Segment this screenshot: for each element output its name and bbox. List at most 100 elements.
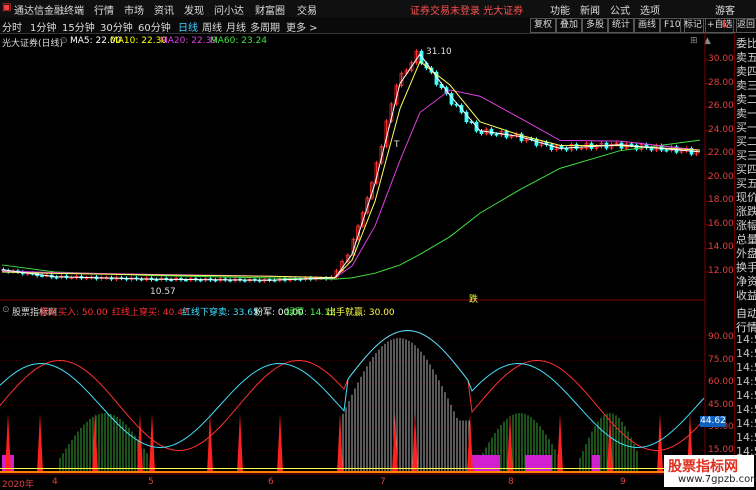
candle-body (169, 279, 174, 282)
red-spike (37, 413, 43, 473)
price-tick-label: 20.00 (708, 171, 734, 182)
date-tick-label: 2020年 (2, 480, 34, 490)
l-indicator-icon: L (722, 19, 729, 30)
tab-daily[interactable]: 日线 (178, 19, 198, 34)
indicator-item: 彩虹买入: 50.00 (40, 308, 108, 318)
red-spike (657, 413, 663, 473)
app-title: 通达信金融终端 (14, 6, 84, 17)
price-tick-label: 14.00 (708, 242, 734, 253)
adjust-button[interactable]: 复权 (530, 18, 557, 33)
indicator-dot-icon: ⊙ (2, 305, 10, 315)
guest-label[interactable]: 游客 (715, 2, 735, 17)
menu-ask[interactable]: 问小达 (214, 2, 244, 17)
price-tick-label: 24.00 (708, 124, 734, 135)
menu-quotes[interactable]: 行情 (94, 2, 114, 17)
tick-time-label: 14:5 (736, 389, 756, 402)
tick-time-label: 14:5 (736, 333, 756, 346)
price-tick-label: 22.00 (708, 148, 734, 159)
date-tick-label: 5 (148, 477, 154, 487)
indicator-item: 红线下穿卖: 33.65 (182, 308, 259, 318)
price-tick-label: 30.00 (708, 54, 734, 64)
add-watchlist-button[interactable]: +自选 (703, 18, 737, 33)
candle-body (40, 275, 44, 277)
red-spike (467, 413, 473, 473)
tick-time-label: 14:5 (736, 431, 756, 444)
red-spike (5, 413, 11, 473)
date-tick-label: 7 (380, 477, 386, 487)
tab-30min[interactable]: 30分钟 (100, 19, 133, 34)
tick-time-label: 14:5 (736, 347, 756, 360)
sell-marker: 跌 (469, 295, 479, 305)
red-spike (237, 413, 243, 473)
quote-side-panel: 委比 卖五 卖四 卖三 卖二 卖一 买一 买二 买三 买四 买五 现价 涨跌 涨幅 总量 外盘 换手 净资 收益 自动… (734, 33, 756, 487)
price-tick-label: 28.00 (708, 77, 734, 88)
magenta-block (470, 455, 500, 473)
tick-time-label: 14:5 (736, 375, 756, 388)
menu-discover[interactable]: 发现 (184, 2, 204, 17)
back-button[interactable]: 返回 (733, 18, 756, 33)
menu-news[interactable]: 资讯 (154, 2, 174, 17)
menu-bar: ▣ 通达信金融终端 行情 市场 资讯 发现 问小达 财富圈 交易 证券交易未登录… (0, 0, 756, 18)
price-tick-label: 26.00 (708, 101, 734, 112)
menu-trade[interactable]: 交易 (297, 2, 317, 17)
multi-stock-button[interactable]: 多股 (582, 18, 609, 33)
candle-body (534, 138, 539, 146)
stats-button[interactable]: 统计 (608, 18, 635, 33)
red-spike (337, 413, 343, 473)
indicator-tick-label: 60.00 (708, 377, 734, 387)
tab-15min[interactable]: 15分钟 (62, 19, 95, 34)
overlay-button[interactable]: 叠加 (556, 18, 583, 33)
ma20-line (1, 89, 701, 279)
candle-body (629, 143, 634, 146)
date-tick-label: 6 (268, 477, 274, 487)
kline-chart[interactable] (0, 33, 734, 487)
watermark-url: www.7gpzb.com (678, 474, 756, 485)
menu-news-right[interactable]: 新闻 (580, 2, 600, 17)
price-tick-label: 12.00 (708, 266, 734, 276)
login-notice[interactable]: 证券交易未登录 光大证券 (410, 2, 523, 17)
quote-field-label: 收益 (736, 289, 756, 302)
price-tick-label: 18.00 (708, 195, 734, 206)
tab-1min[interactable]: 1分钟 (30, 19, 56, 34)
tab-monthly[interactable]: 月线 (226, 19, 246, 34)
ma60-line (1, 139, 701, 280)
candle-body (564, 147, 569, 151)
tab-intraday[interactable]: 分时 (2, 19, 22, 34)
tick-time-label: 14:5 (736, 403, 756, 416)
menu-function[interactable]: 功能 (550, 2, 570, 17)
red-spike (207, 413, 213, 473)
ma5-line (1, 53, 701, 281)
tab-60min[interactable]: 60分钟 (138, 19, 171, 34)
red-spike (149, 413, 155, 473)
menu-wealth[interactable]: 财富圈 (255, 2, 285, 17)
red-spike (412, 413, 418, 473)
watermark: 股票指标网 www.7gpzb.com (664, 455, 756, 487)
date-tick-label: 4 (52, 477, 58, 487)
tab-more[interactable]: 更多 > (286, 19, 318, 34)
indicator-tick-label: 90.00 (708, 332, 734, 342)
current-value-badge: 44.62 (700, 416, 726, 427)
t-marker: T (394, 140, 400, 150)
menu-market[interactable]: 市场 (124, 2, 144, 17)
date-tick-label: 9 (620, 477, 626, 487)
tick-time-label: 14:5 (736, 417, 756, 430)
high-annotation: 31.10 (426, 47, 452, 57)
menu-formula[interactable]: 公式 (610, 2, 630, 17)
ma10-line (1, 60, 701, 279)
red-spike (607, 413, 613, 473)
draw-button[interactable]: 画线 (634, 18, 661, 33)
candle-body (154, 279, 159, 281)
app-logo-icon: ▣ (2, 2, 12, 13)
tab-multi-period[interactable]: 多周期 (250, 19, 280, 34)
indicator-bottom-strip (0, 471, 705, 473)
red-spike (507, 413, 513, 473)
period-toolbar: 分时 1分钟 15分钟 30分钟 60分钟 日线 周线 月线 多周期 更多 > … (0, 17, 756, 34)
price-tick-label: 16.00 (708, 218, 734, 229)
tab-weekly[interactable]: 周线 (202, 19, 222, 34)
magenta-block (525, 455, 552, 473)
red-spike (277, 413, 283, 473)
tick-time-label: 14:5 (736, 361, 756, 374)
indicator-tick-label: 45.00 (708, 399, 734, 410)
watermark-title: 股票指标网 (668, 459, 738, 475)
menu-options[interactable]: 选项 (640, 2, 660, 17)
